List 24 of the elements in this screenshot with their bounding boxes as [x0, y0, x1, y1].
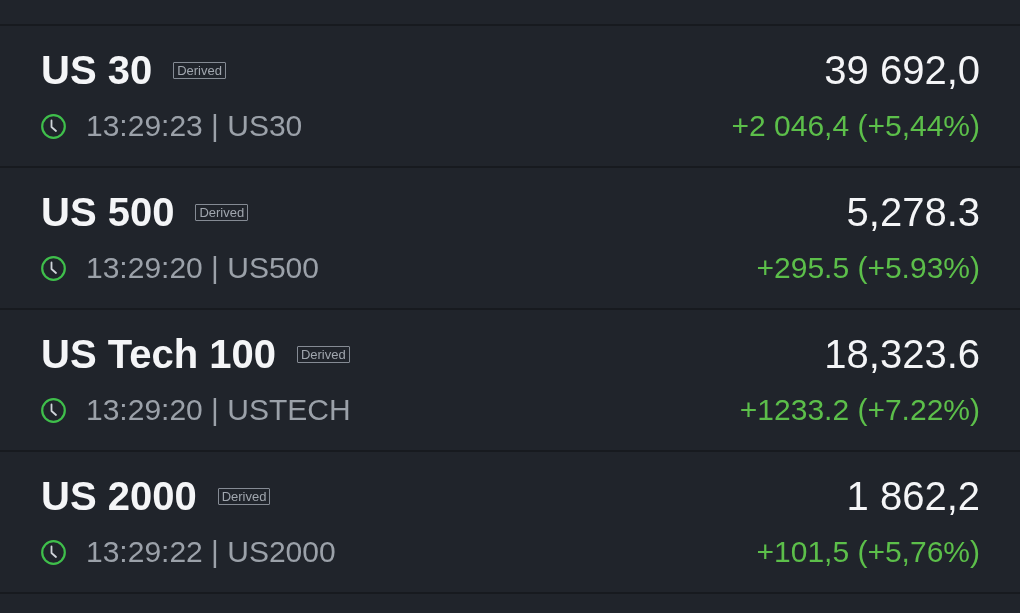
clock-icon [41, 539, 66, 565]
quote-time-symbol: 13:29:23 | US30 [86, 108, 303, 144]
instrument-name: US 500 [41, 189, 175, 236]
quote-time-symbol: 13:29:22 | US2000 [86, 534, 336, 570]
price-change: +101,5 (+5,76%) [756, 534, 980, 570]
price-value: 1 862,2 [846, 473, 980, 520]
quote-time-symbol: 13:29:20 | USTECH [86, 392, 351, 428]
price-change: +1233.2 (+7.22%) [739, 392, 980, 428]
tag-badge: Derived [195, 203, 249, 221]
instrument-name: US 2000 [41, 473, 197, 520]
tag-badge: Derived [173, 61, 226, 79]
price-value: 5,278.3 [846, 189, 980, 236]
quote-time-symbol: 13:29:20 | US500 [86, 250, 319, 286]
clock-icon [41, 397, 66, 423]
instrument-name: US Tech 100 [41, 331, 276, 378]
clock-icon [41, 113, 66, 139]
tag-badge: Derived [217, 487, 271, 505]
price-change: +2 046,4 (+5,44%) [731, 108, 980, 144]
price-value: 39 692,0 [824, 47, 980, 94]
instrument-name: US 30 [41, 47, 153, 94]
price-change: +295.5 (+5.93%) [756, 250, 980, 286]
clock-icon [41, 255, 66, 281]
price-value: 18,323.6 [824, 331, 980, 378]
tag-badge: Derived [296, 345, 350, 363]
